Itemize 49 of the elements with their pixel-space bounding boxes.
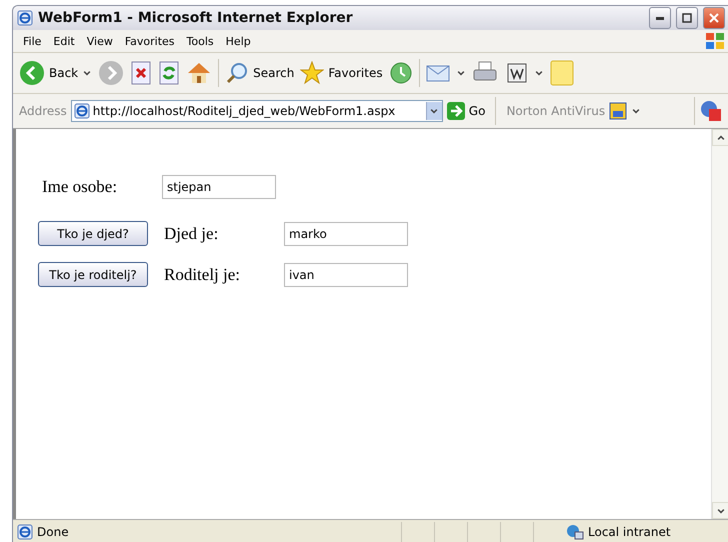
caret-icon <box>429 106 440 116</box>
menu-item[interactable]: View <box>80 34 119 48</box>
history-icon[interactable] <box>388 61 413 85</box>
scrollbar[interactable] <box>711 129 728 519</box>
caret-icon <box>534 68 544 78</box>
address-label: Address <box>19 104 67 118</box>
close-button[interactable] <box>703 7 725 29</box>
refresh-icon[interactable] <box>158 61 180 85</box>
address-field[interactable]: http://localhost/Roditelj_djed_web/WebForm1.aspx <box>70 100 443 122</box>
maximize-button[interactable] <box>676 7 698 29</box>
search-icon <box>225 61 250 85</box>
query-button[interactable]: Tko je djed? <box>38 221 148 246</box>
go-button[interactable]: Go <box>446 102 486 120</box>
page-icon <box>74 103 90 119</box>
menu-item[interactable]: Help <box>220 34 257 48</box>
zone-text: Local intranet <box>588 524 671 538</box>
query-button[interactable]: Tko je roditelj? <box>38 262 148 287</box>
minimize-button[interactable] <box>649 7 671 29</box>
menu-item[interactable]: File <box>17 34 48 48</box>
menu-item[interactable]: Favorites <box>118 34 181 48</box>
menu-item[interactable]: Tools <box>180 34 220 48</box>
result-field[interactable]: marko <box>284 222 408 246</box>
home-icon[interactable] <box>186 61 212 85</box>
norton-label: Norton AntiVirus <box>506 104 606 118</box>
status-text: Done <box>37 524 70 538</box>
minimize-icon <box>656 16 664 20</box>
browser-icon <box>17 10 33 26</box>
menu-item[interactable]: Edit <box>47 34 81 48</box>
caret-icon <box>456 68 466 78</box>
caret-icon <box>631 106 642 116</box>
favorites-button[interactable]: Favorites <box>300 61 383 85</box>
name-field[interactable]: stjepan <box>162 175 276 199</box>
norton-button[interactable] <box>609 102 642 120</box>
name-label: Ime osobe: <box>42 177 118 197</box>
arrow-icon <box>446 102 465 120</box>
page-icon <box>17 524 33 540</box>
search-button[interactable]: Search <box>225 61 294 85</box>
caret-icon <box>82 68 92 78</box>
result-label: Roditelj je: <box>164 264 242 284</box>
stop-icon[interactable] <box>130 61 152 85</box>
maximize-icon <box>682 13 692 23</box>
window-title: WebForm1 - Microsoft Internet Explorer <box>38 10 354 26</box>
result-label: Djed je: <box>164 224 220 244</box>
back-button[interactable]: Back <box>19 60 92 86</box>
result-field[interactable]: ivan <box>284 262 408 286</box>
windows-logo-icon <box>705 32 725 50</box>
network-icon <box>566 524 584 540</box>
star-icon <box>300 61 324 85</box>
close-icon <box>709 13 719 23</box>
